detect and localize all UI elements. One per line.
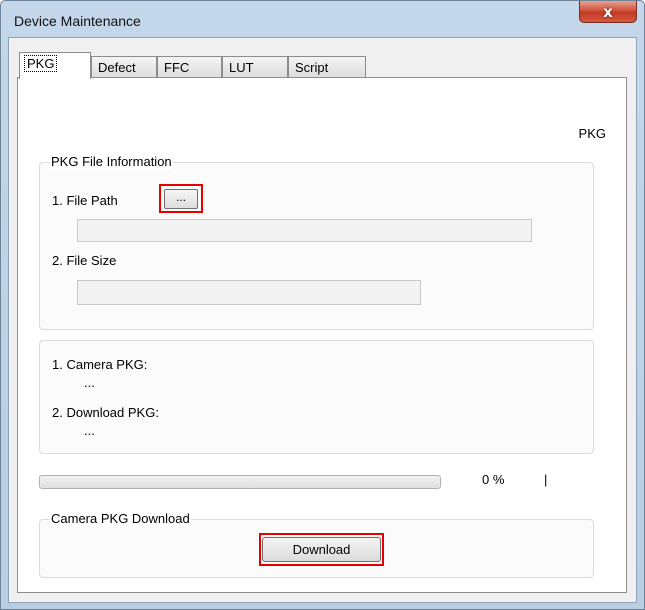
tab-ffc[interactable]: FFC — [157, 56, 222, 78]
download-progress-bar — [39, 475, 441, 489]
tab-defect[interactable]: Defect — [91, 56, 157, 78]
camera-pkg-value: ... — [84, 375, 95, 390]
file-path-field[interactable] — [77, 219, 532, 242]
tab-label: Defect — [98, 60, 136, 75]
tab-label: PKG — [24, 55, 58, 72]
group-title: PKG File Information — [50, 154, 173, 170]
title-bar[interactable]: Device Maintenance x — [1, 1, 644, 37]
file-path-label: 1. File Path — [52, 193, 118, 208]
progress-percent: 0 % — [482, 472, 505, 487]
tab-label: FFC — [164, 60, 190, 75]
tab-pkg[interactable]: PKG — [19, 52, 91, 79]
download-highlight — [259, 533, 384, 566]
tab-label: LUT — [229, 60, 254, 75]
tab-script[interactable]: Script — [288, 56, 366, 78]
tab-label: Script — [295, 60, 329, 75]
close-icon: x — [603, 2, 613, 21]
pkg-tab-panel: PKG PKG File Information 1. File Path ..… — [17, 77, 627, 593]
download-pkg-value: ... — [84, 423, 95, 438]
download-pkg-label: 2. Download PKG: — [52, 405, 159, 420]
pkg-version-group: 1. Camera PKG: ... 2. Download PKG: ... — [39, 340, 594, 454]
panel-heading: PKG — [578, 126, 606, 141]
file-size-field[interactable] — [77, 280, 421, 305]
progress-tail: | — [544, 472, 548, 487]
device-maintenance-window: Device Maintenance x PKG Defect FFC LUT … — [0, 0, 645, 610]
camera-pkg-download-group: Camera PKG Download Download — [39, 511, 594, 578]
window-title: Device Maintenance — [14, 13, 141, 29]
dialog-client-area: PKG Defect FFC LUT Script PKG PKG File I… — [8, 37, 637, 603]
pkg-file-info-group: PKG File Information 1. File Path ... 2.… — [39, 154, 594, 330]
browse-highlight — [159, 184, 203, 213]
file-size-label: 2. File Size — [52, 253, 117, 268]
camera-pkg-label: 1. Camera PKG: — [52, 357, 148, 372]
close-button[interactable]: x — [579, 1, 637, 23]
tab-lut[interactable]: LUT — [222, 56, 288, 78]
group-title: Camera PKG Download — [50, 511, 191, 527]
